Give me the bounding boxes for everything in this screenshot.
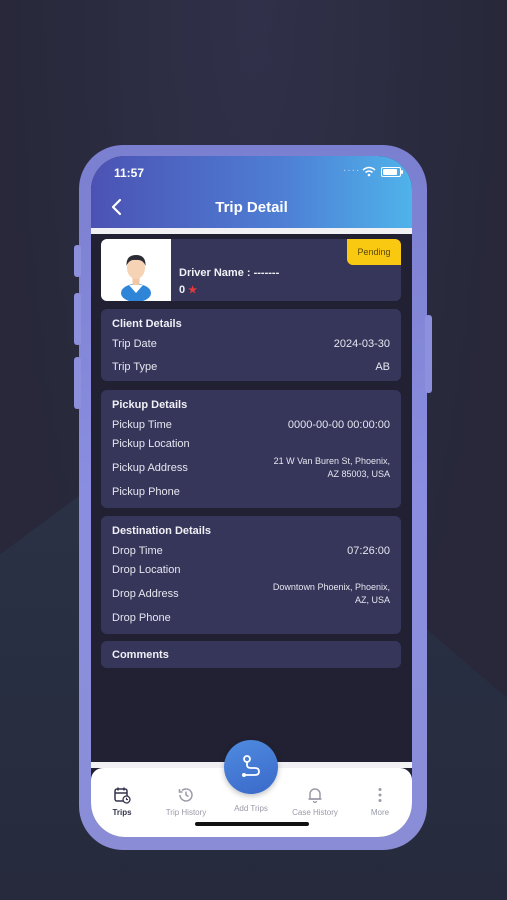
status-time: 11:57	[114, 166, 145, 180]
app-screen: 11:57 ···· Trip Detail Pending Driver Na…	[91, 156, 412, 837]
tab-label: Trip History	[165, 808, 207, 817]
phone-power-button	[425, 315, 432, 393]
drop-address-line: AZ, USA	[354, 595, 390, 605]
status-badge: Pending	[347, 239, 401, 265]
trip-date-value: 2024-03-30	[333, 338, 390, 350]
wifi-icon	[362, 166, 376, 177]
bell-icon	[308, 788, 322, 804]
tab-trips[interactable]: Trips	[92, 786, 152, 817]
tab-label: More	[370, 808, 390, 817]
pickup-location-label: Pickup Location	[112, 438, 190, 450]
drop-address-value: Downtown Phoenix, Phoenix, AZ, USA	[273, 581, 390, 607]
section-title: Pickup Details	[112, 399, 188, 411]
pickup-address-label: Pickup Address	[112, 462, 188, 474]
section-title: Destination Details	[112, 525, 212, 537]
comments-card[interactable]: Comments	[101, 641, 401, 668]
trip-date-label: Trip Date	[112, 338, 157, 350]
history-icon	[178, 788, 193, 802]
calendar-clock-icon	[114, 787, 131, 804]
tab-case-history[interactable]: Case History	[285, 786, 345, 817]
tab-label: Add Trips	[234, 804, 268, 813]
app-header: 11:57 ···· Trip Detail	[91, 156, 412, 228]
add-trip-button[interactable]	[224, 740, 278, 794]
section-title: Client Details	[112, 318, 182, 330]
tab-trip-history[interactable]: Trip History	[156, 786, 216, 817]
pickup-details-card: Pickup Details Pickup Time 0000-00-00 00…	[101, 390, 401, 508]
driver-name: Driver Name : -------	[179, 267, 280, 279]
driver-card: Pending Driver Name : ------- 0 ★	[101, 239, 401, 302]
trip-detail-content: Pending Driver Name : ------- 0 ★ Client …	[91, 234, 412, 754]
phone-side-button	[74, 245, 81, 277]
section-title: Comments	[112, 649, 169, 661]
person-icon	[121, 255, 151, 302]
rating-value: 0	[179, 284, 186, 296]
pickup-address-value: 21 W Van Buren St, Phoenix, AZ 85003, US…	[274, 455, 390, 481]
home-indicator	[195, 822, 309, 826]
destination-details-card: Destination Details Drop Time 07:26:00 D…	[101, 516, 401, 634]
drop-time-label: Drop Time	[112, 545, 163, 557]
battery-icon	[381, 167, 403, 177]
drop-address-label: Drop Address	[112, 588, 179, 600]
pickup-time-value: 0000-00-00 00:00:00	[287, 419, 390, 431]
client-details-card: Client Details Trip Date 2024-03-30 Trip…	[101, 309, 401, 381]
drop-address-line: Downtown Phoenix, Phoenix,	[272, 582, 390, 592]
pickup-time-label: Pickup Time	[112, 419, 172, 431]
trip-type-label: Trip Type	[112, 361, 158, 373]
driver-rating: 0 ★	[179, 284, 197, 296]
drop-phone-label: Drop Phone	[112, 612, 171, 624]
tab-label: Trips	[112, 808, 132, 817]
phone-side-button	[74, 357, 81, 409]
tab-more[interactable]: More	[350, 786, 410, 817]
page-title: Trip Detail	[215, 199, 288, 216]
drop-location-label: Drop Location	[112, 564, 181, 576]
pickup-address-line: AZ 85003, USA	[327, 469, 390, 479]
pickup-phone-label: Pickup Phone	[112, 486, 180, 498]
trip-type-value: AB	[375, 361, 390, 373]
tab-add-trips[interactable]: Add Trips	[221, 804, 281, 813]
star-icon: ★	[188, 285, 198, 296]
phone-side-button	[74, 293, 81, 345]
phone-frame: 11:57 ···· Trip Detail Pending Driver Na…	[74, 145, 432, 850]
pickup-address-line: 21 W Van Buren St, Phoenix,	[273, 456, 390, 466]
drop-time-value: 07:26:00	[347, 545, 390, 557]
more-vertical-icon	[378, 788, 382, 802]
signal-dots: ····	[343, 165, 361, 176]
tab-label: Case History	[292, 808, 338, 817]
route-icon	[242, 755, 260, 777]
driver-avatar	[101, 239, 171, 302]
